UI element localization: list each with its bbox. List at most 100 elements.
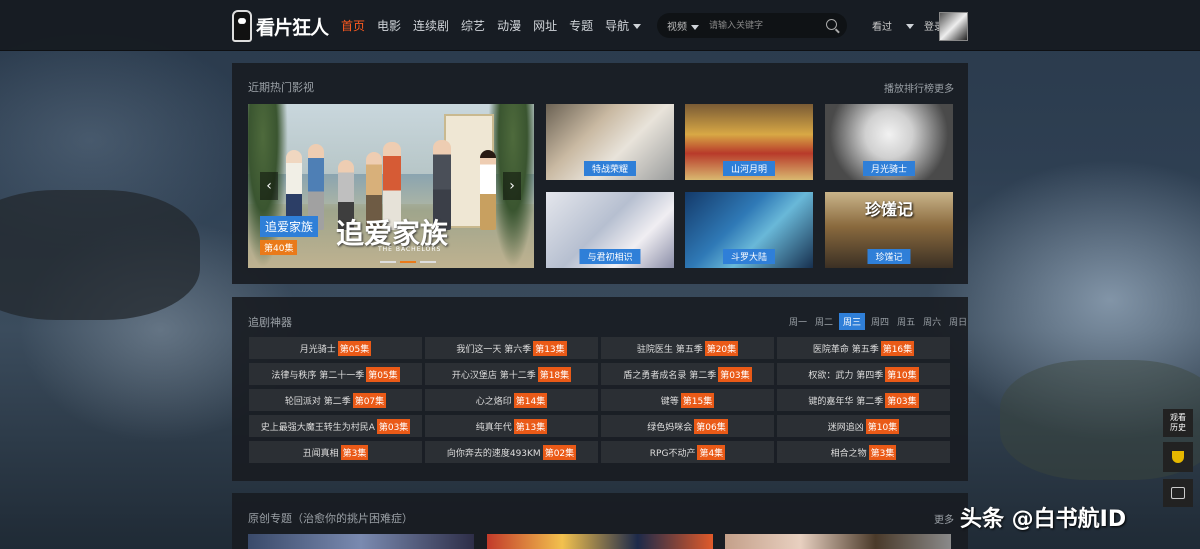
nav-series[interactable]: 连续剧 xyxy=(413,17,449,34)
topic-thumb[interactable] xyxy=(725,534,951,549)
schedule-item[interactable]: 驻院医生 第五季 第20集 xyxy=(601,337,774,359)
episode-badge: 第4集 xyxy=(697,444,726,460)
schedule-item[interactable]: 心之烙印 第14集 xyxy=(425,389,598,411)
poster-label: 与君初相识 xyxy=(579,249,641,264)
episode-badge: 第13集 xyxy=(513,418,548,434)
poster-thumb[interactable]: 特战荣耀 xyxy=(546,104,674,180)
tab-monday[interactable]: 周一 xyxy=(787,313,809,330)
tab-thursday[interactable]: 周四 xyxy=(869,313,891,330)
nav-movies[interactable]: 电影 xyxy=(377,17,401,34)
show-name: 开心汉堡店 第十二季 xyxy=(451,370,536,381)
schedule-item[interactable]: RPG不动产 第4集 xyxy=(601,441,774,463)
schedule-item[interactable]: 向你奔去的速度493KM 第02集 xyxy=(425,441,598,463)
history-float-line2: 历史 xyxy=(1170,423,1186,432)
carousel-dot[interactable] xyxy=(420,261,436,263)
tab-friday[interactable]: 周五 xyxy=(895,313,917,330)
nav-topics[interactable]: 专题 xyxy=(569,17,593,34)
carousel-dot[interactable] xyxy=(380,261,396,263)
featured-episode-badge: 第40集 xyxy=(260,240,298,255)
episode-badge: 第14集 xyxy=(513,392,548,408)
carousel-prev-button[interactable]: ‹ xyxy=(260,172,278,200)
nav-variety[interactable]: 综艺 xyxy=(461,17,485,34)
avatar[interactable] xyxy=(939,12,968,41)
schedule-item[interactable]: 盾之勇者成名录 第二季 第03集 xyxy=(601,363,774,385)
poster-thumb[interactable]: 与君初相识 xyxy=(546,192,674,268)
poster-thumb[interactable]: 月光骑士 xyxy=(825,104,953,180)
nav-anime[interactable]: 动漫 xyxy=(497,17,521,34)
tab-saturday[interactable]: 周六 xyxy=(921,313,943,330)
schedule-grid: 月光骑士 第05集 我们这一天 第六季 第13集 驻院医生 第五季 第20集 医院革命… xyxy=(249,337,951,463)
carousel-dots xyxy=(380,261,436,263)
episode-badge: 第13集 xyxy=(533,340,567,356)
episode-badge: 第06集 xyxy=(694,418,728,434)
schedule-title: 追剧神器 xyxy=(248,316,292,329)
episode-badge: 第3集 xyxy=(340,444,369,460)
schedule-item[interactable]: 月光骑士 第05集 xyxy=(249,337,422,359)
episode-badge: 第03集 xyxy=(376,418,411,434)
history-dropdown[interactable]: 看过 xyxy=(872,18,914,33)
weekday-tabs: 周一 周二 周三 周四 周五 周六 周日 xyxy=(787,313,969,330)
search-input[interactable] xyxy=(707,19,821,32)
nav-websites[interactable]: 网址 xyxy=(533,17,557,34)
hero-art-subtitle: THE BACHELORS xyxy=(378,246,442,253)
schedule-item[interactable]: 相合之物 第3集 xyxy=(777,441,950,463)
episode-badge: 第02集 xyxy=(542,444,577,460)
schedule-item[interactable]: 迷网追凶 第10集 xyxy=(777,415,950,437)
show-name: RPG不动产 xyxy=(649,448,696,459)
schedule-item[interactable]: 纯真年代 第13集 xyxy=(425,415,598,437)
schedule-item[interactable]: 键等 第15集 xyxy=(601,389,774,411)
history-float-button[interactable]: 观看 历史 xyxy=(1163,409,1193,437)
topic-thumb[interactable] xyxy=(487,534,713,549)
show-name: 绿色妈咪会 xyxy=(647,422,693,433)
show-name: 纯真年代 xyxy=(475,422,512,433)
poster-thumb[interactable]: 斗罗大陆 xyxy=(685,192,813,268)
schedule-item[interactable]: 键的嘉年华 第二季 第03集 xyxy=(777,389,950,411)
tab-wednesday[interactable]: 周三 xyxy=(839,313,866,330)
episode-badge: 第20集 xyxy=(704,340,739,356)
poster-label: 斗罗大陆 xyxy=(722,249,776,264)
history-label: 看过 xyxy=(872,21,892,33)
topic-thumb[interactable] xyxy=(248,534,474,549)
site-logo[interactable]: 看片狂人 xyxy=(232,10,329,42)
schedule-item[interactable]: 丑闻真相 第3集 xyxy=(249,441,422,463)
schedule-item[interactable]: 法律与秩序 第二十一季 第05集 xyxy=(249,363,422,385)
carousel-dot-active[interactable] xyxy=(400,261,416,263)
poster-thumb[interactable]: 山河月明 xyxy=(685,104,813,180)
tab-tuesday[interactable]: 周二 xyxy=(813,313,835,330)
nav-home[interactable]: 首页 xyxy=(341,17,365,34)
schedule-item[interactable]: 轮回派对 第二季 第07集 xyxy=(249,389,422,411)
tab-sunday[interactable]: 周日 xyxy=(947,313,969,330)
schedule-item[interactable]: 医院革命 第五季 第16集 xyxy=(777,337,950,359)
schedule-item[interactable]: 开心汉堡店 第十二季 第18集 xyxy=(425,363,598,385)
nav-guide-label: 导航 xyxy=(605,18,630,33)
poster-thumb[interactable]: 珍馐记 珍馐记 xyxy=(825,192,953,268)
nav-guide[interactable]: 导航 xyxy=(605,17,642,34)
original-more-link[interactable]: 更多 xyxy=(934,511,954,526)
poster-label: 月光骑士 xyxy=(862,161,916,176)
episode-badge: 第10集 xyxy=(885,366,919,382)
episode-badge: 第05集 xyxy=(366,366,400,382)
schedule-item[interactable]: 绿色妈咪会 第06集 xyxy=(601,415,774,437)
hot-more-link[interactable]: 更多 xyxy=(934,80,954,95)
poster-label: 珍馐记 xyxy=(867,249,911,264)
featured-title[interactable]: 追爱家族 xyxy=(260,216,319,237)
schedule-item[interactable]: 史上最强大魔王转生为村民A 第03集 xyxy=(249,415,422,437)
episode-badge: 第03集 xyxy=(718,366,752,382)
search-bar: 视频 xyxy=(657,13,847,38)
schedule-item[interactable]: 权欲：武力 第四季 第10集 xyxy=(777,363,950,385)
rank-link[interactable]: 播放排行榜 xyxy=(884,80,934,95)
schedule-item[interactable]: 我们这一天 第六季 第13集 xyxy=(425,337,598,359)
show-name: 盾之勇者成名录 第二季 xyxy=(623,370,717,381)
shirt-float-button[interactable] xyxy=(1163,479,1193,507)
episode-badge: 第07集 xyxy=(352,392,387,408)
trophy-float-button[interactable] xyxy=(1163,442,1193,472)
chevron-down-icon xyxy=(633,23,642,29)
episode-badge: 第16集 xyxy=(880,340,915,356)
show-name: 相合之物 xyxy=(830,448,867,459)
search-icon[interactable] xyxy=(826,19,837,30)
carousel-next-button[interactable]: › xyxy=(503,172,521,200)
show-name: 史上最强大魔王转生为村民A xyxy=(260,422,375,433)
search-type-select[interactable]: 视频 xyxy=(667,18,699,33)
chevron-down-icon xyxy=(691,24,699,30)
episode-badge: 第05集 xyxy=(337,340,372,356)
